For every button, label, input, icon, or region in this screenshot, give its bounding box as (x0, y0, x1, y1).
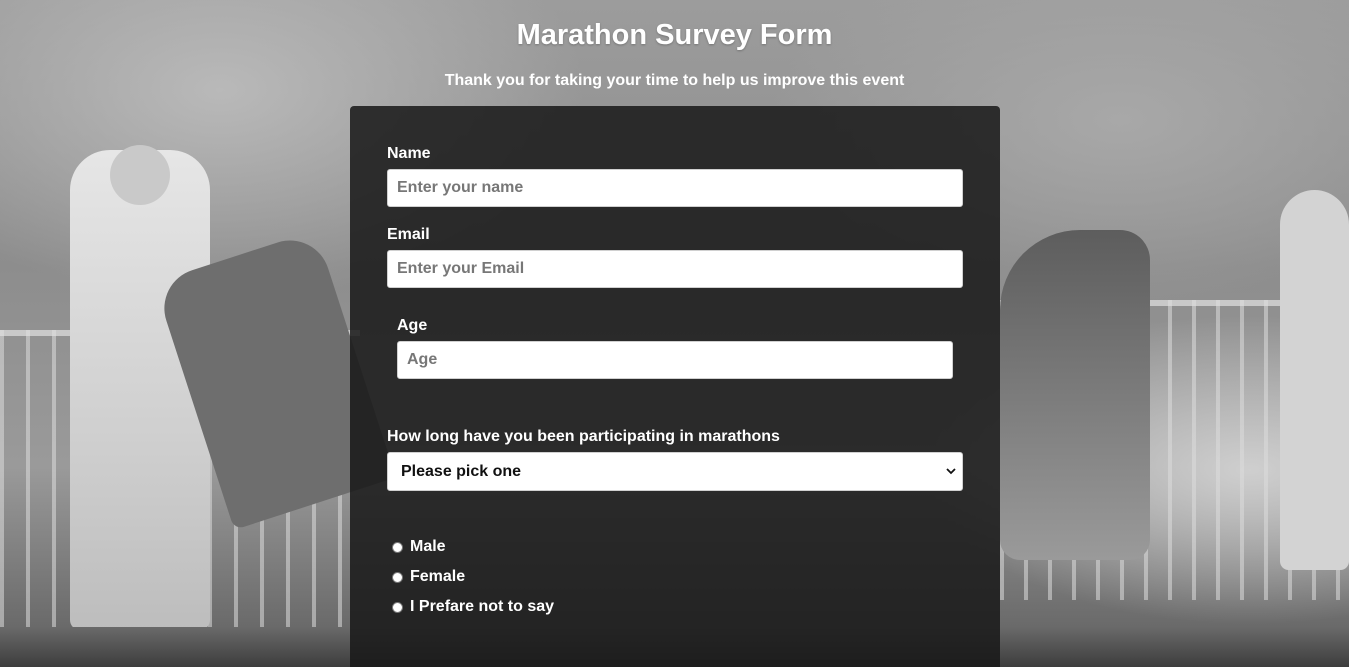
age-label: Age (397, 317, 428, 334)
survey-form: Name Email Age How long have you been pa… (350, 106, 1000, 667)
radio-male[interactable] (392, 541, 403, 553)
gender-option-male[interactable]: Male (392, 537, 446, 557)
runner-right (1000, 230, 1150, 560)
gender-option-female[interactable]: Female (392, 567, 465, 587)
spectator-head (110, 145, 170, 205)
spectator-right (1280, 190, 1349, 570)
experience-label: How long have you been participating in … (387, 428, 780, 445)
chevron-down-icon (946, 468, 956, 475)
age-input[interactable] (397, 341, 953, 379)
page-title: Marathon Survey Form (516, 19, 833, 51)
email-input[interactable] (387, 250, 963, 288)
experience-select-value: Please pick one (401, 462, 522, 480)
page-subtitle: Thank you for taking your time to help u… (444, 72, 905, 89)
gender-option-label: Female (410, 568, 466, 585)
name-label: Name (387, 145, 431, 162)
name-input[interactable] (387, 169, 963, 207)
email-label: Email (387, 226, 430, 243)
gender-option-prefer-not[interactable]: I Prefare not to say (392, 597, 554, 617)
radio-prefer-not[interactable] (392, 601, 403, 613)
gender-option-label: Male (410, 538, 446, 555)
gender-option-label: I Prefare not to say (410, 598, 555, 615)
experience-select[interactable]: Please pick one (387, 452, 963, 491)
radio-female[interactable] (392, 571, 403, 583)
